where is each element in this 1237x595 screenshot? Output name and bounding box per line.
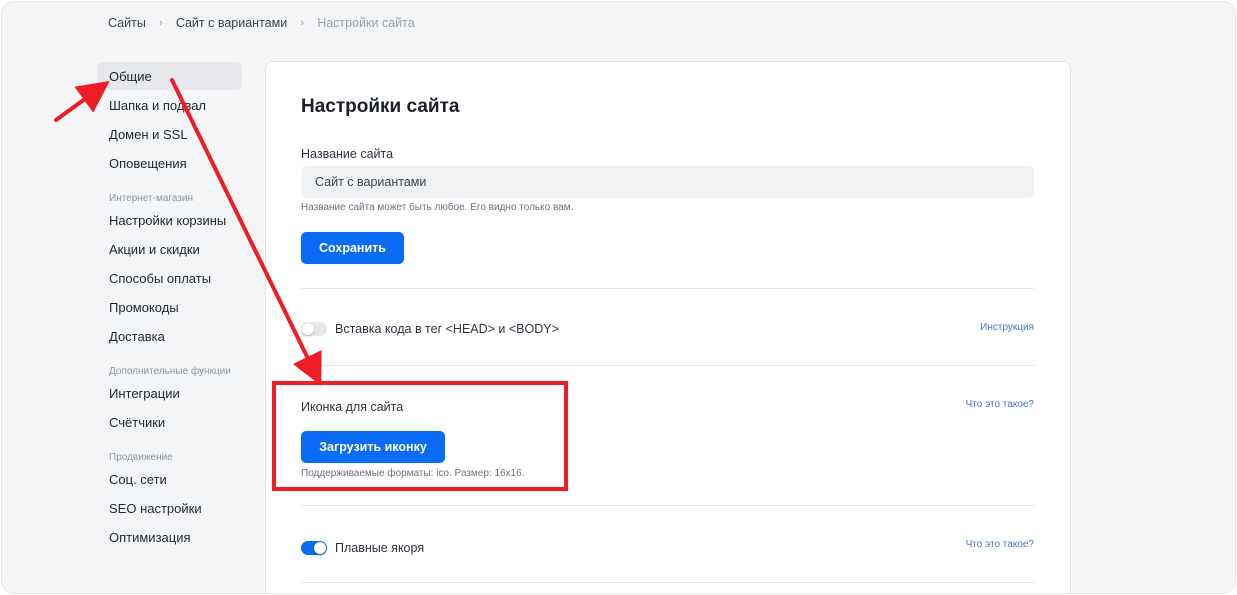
sidebar-group-promo: Продвижение: [109, 452, 173, 463]
save-button[interactable]: Сохранить: [301, 232, 404, 264]
page-title: Настройки сайта: [301, 96, 460, 117]
breadcrumb: Сайты › Сайт с вариантами › Настройки са…: [108, 15, 415, 31]
site-name-label: Название сайта: [301, 147, 394, 161]
toggle-knob: [302, 323, 314, 335]
smooth-anchors-label: Плавные якоря: [335, 541, 425, 555]
breadcrumb-current: Настройки сайта: [317, 16, 415, 30]
sidebar-item-header-footer[interactable]: Шапка и подвал: [97, 91, 242, 119]
sidebar-item-domain-ssl[interactable]: Домен и SSL: [97, 120, 242, 148]
sidebar-item-social[interactable]: Соц. сети: [97, 465, 242, 493]
toggle-knob: [314, 542, 326, 554]
chevron-right-icon: ›: [158, 17, 163, 29]
divider: [301, 505, 1034, 506]
sidebar-item-promotions[interactable]: Акции и скидки: [97, 235, 242, 263]
instruction-link[interactable]: Инструкция: [980, 322, 1034, 333]
sidebar-item-promo-codes[interactable]: Промокоды: [97, 293, 242, 321]
sidebar-item-notifications[interactable]: Оповещения: [97, 149, 242, 177]
code-insert-row: Вставка кода в тег <HEAD> и <BODY>: [301, 322, 559, 336]
code-insert-label: Вставка кода в тег <HEAD> и <BODY>: [335, 322, 559, 336]
breadcrumb-sites[interactable]: Сайты: [108, 16, 146, 30]
sidebar-item-cart-settings[interactable]: Настройки корзины: [97, 206, 242, 234]
upload-icon-button[interactable]: Загрузить иконку: [301, 431, 445, 463]
app-frame: Сайты › Сайт с вариантами › Настройки са…: [1, 1, 1236, 594]
sidebar-item-integrations[interactable]: Интеграции: [97, 379, 242, 407]
sidebar-group-shop: Интернет-магазин: [109, 193, 193, 204]
smooth-anchors-row: Плавные якоря: [301, 541, 424, 555]
sidebar-item-seo[interactable]: SEO настройки: [97, 494, 242, 522]
divider: [301, 365, 1034, 366]
breadcrumb-site[interactable]: Сайт с вариантами: [176, 16, 287, 30]
settings-card: Настройки сайта Название сайта Название …: [265, 61, 1071, 593]
smooth-anchors-help-link[interactable]: Что это такое?: [966, 539, 1034, 550]
divider: [301, 288, 1034, 289]
upload-icon-hint: Поддерживаемые форматы: ico. Размер: 16x…: [301, 468, 525, 479]
site-icon-help-link[interactable]: Что это такое?: [966, 399, 1034, 410]
chevron-right-icon: ›: [300, 17, 305, 29]
code-insert-toggle[interactable]: [301, 322, 327, 336]
site-name-input[interactable]: [301, 166, 1034, 198]
sidebar-item-payment-methods[interactable]: Способы оплаты: [97, 264, 242, 292]
site-name-hint: Название сайта может быть любое. Его вид…: [301, 202, 574, 213]
smooth-anchors-toggle[interactable]: [301, 541, 327, 555]
sidebar-group-extra: Дополнительные функции: [109, 366, 231, 377]
site-icon-label: Иконка для сайта: [301, 400, 404, 414]
settings-sidebar: Общие Шапка и подвал Домен и SSL Оповеще…: [97, 62, 242, 552]
sidebar-item-general[interactable]: Общие: [97, 62, 242, 90]
divider: [301, 582, 1034, 583]
sidebar-item-optimization[interactable]: Оптимизация: [97, 523, 242, 551]
sidebar-item-counters[interactable]: Счётчики: [97, 408, 242, 436]
sidebar-item-delivery[interactable]: Доставка: [97, 322, 242, 350]
